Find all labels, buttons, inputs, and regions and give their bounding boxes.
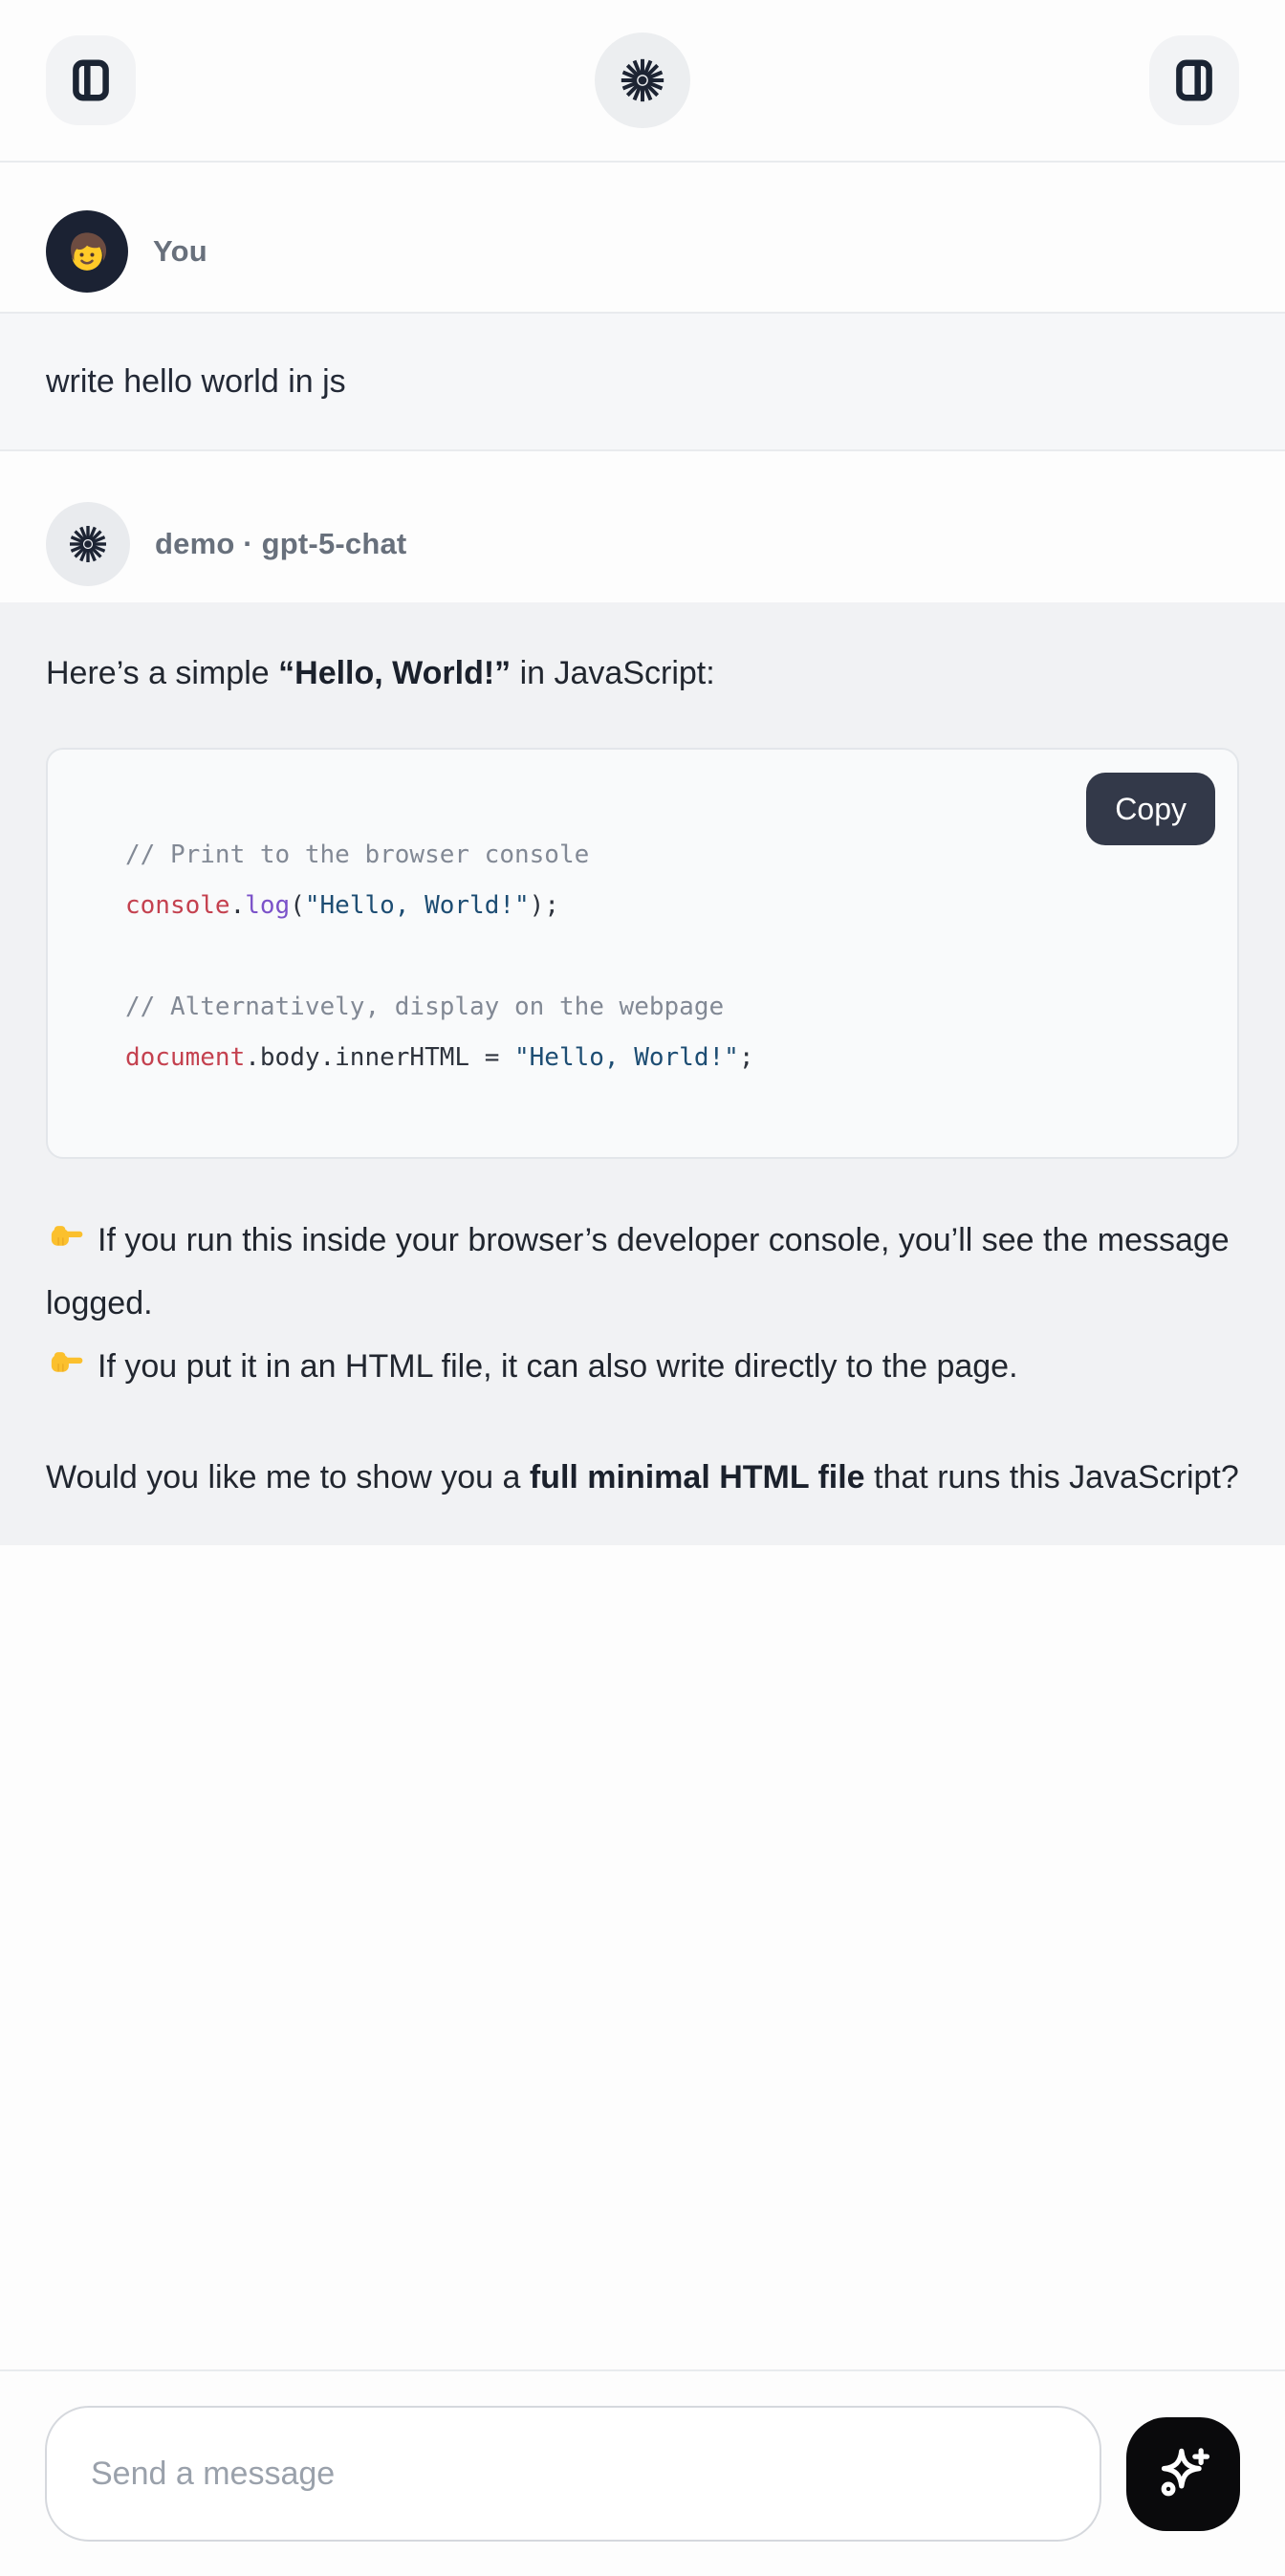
assistant-avatar <box>46 502 130 586</box>
code-token: // Alternatively, display on the webpage <box>125 993 724 1021</box>
code-line-blank <box>125 931 1209 982</box>
person-emoji-icon <box>59 224 115 279</box>
message-input[interactable] <box>45 2406 1101 2542</box>
code-block: Copy // Print to the browser console con… <box>46 748 1239 1159</box>
user-message-text: write hello world in js <box>0 312 1285 451</box>
app-logo-badge <box>595 33 690 128</box>
note-paragraph: If you run this inside your browser’s de… <box>46 1209 1239 1335</box>
assistant-message-body: Here’s a simple “Hello, World!” in JavaS… <box>0 602 1285 1545</box>
code-token: .body.innerHTML = <box>245 1043 514 1072</box>
empty-space <box>0 1545 1285 2369</box>
sidebar-toggle-button[interactable] <box>46 35 136 125</box>
top-bar <box>0 0 1285 163</box>
question-suffix: that runs this JavaScript? <box>865 1459 1239 1495</box>
intro-bold: “Hello, World!” <box>278 655 511 691</box>
starburst-logo-icon <box>616 54 669 107</box>
user-author-label: You <box>153 234 207 269</box>
code-token: console <box>125 891 230 920</box>
send-button[interactable] <box>1126 2417 1240 2531</box>
question-bold: full minimal HTML file <box>530 1459 865 1495</box>
code-token: log <box>245 891 290 920</box>
code-line: // Alternatively, display on the webpage <box>125 982 1209 1033</box>
panel-left-icon <box>66 55 116 105</box>
pointing-right-emoji-icon <box>46 1343 86 1384</box>
composer-bar <box>0 2369 1285 2576</box>
sparkle-icon <box>1152 2442 1215 2505</box>
code-token: "Hello, World!" <box>305 891 530 920</box>
code-token: . <box>230 891 246 920</box>
assistant-message-header: demo · gpt-5-chat <box>0 451 1285 602</box>
intro-paragraph: Here’s a simple “Hello, World!” in JavaS… <box>46 646 1239 700</box>
user-message: You write hello world in js <box>0 163 1285 451</box>
pointing-right-emoji-icon <box>46 1217 86 1257</box>
code-line: console.log("Hello, World!"); <box>125 881 1209 931</box>
user-avatar <box>46 210 128 293</box>
question-paragraph: Would you like me to show you a full min… <box>46 1446 1239 1509</box>
assistant-message: demo · gpt-5-chat Here’s a simple “Hello… <box>0 451 1285 1545</box>
assistant-author-label: demo · gpt-5-chat <box>155 527 406 561</box>
panel-right-icon <box>1169 55 1219 105</box>
notes: If you run this inside your browser’s de… <box>46 1209 1239 1398</box>
user-message-header: You <box>0 163 1285 312</box>
question-prefix: Would you like me to show you a <box>46 1459 530 1495</box>
code-token: // Print to the browser console <box>125 840 589 869</box>
copy-code-button[interactable]: Copy <box>1086 773 1215 845</box>
code-token: ; <box>739 1043 754 1072</box>
starburst-icon <box>65 521 111 567</box>
code-line: document.body.innerHTML = "Hello, World!… <box>125 1033 1209 1083</box>
note-paragraph: If you put it in an HTML file, it can al… <box>46 1335 1239 1398</box>
note-text: If you run this inside your browser’s de… <box>46 1222 1230 1321</box>
intro-prefix: Here’s a simple <box>46 655 278 691</box>
intro-suffix: in JavaScript: <box>511 655 715 691</box>
code-content: // Print to the browser console console.… <box>48 750 1237 1083</box>
right-panel-toggle-button[interactable] <box>1149 35 1239 125</box>
note-text: If you put it in an HTML file, it can al… <box>98 1348 1018 1385</box>
code-token: ( <box>290 891 305 920</box>
code-token: ); <box>530 891 559 920</box>
code-token: document <box>125 1043 245 1072</box>
code-token: "Hello, World!" <box>514 1043 739 1072</box>
code-line: // Print to the browser console <box>125 830 1209 881</box>
